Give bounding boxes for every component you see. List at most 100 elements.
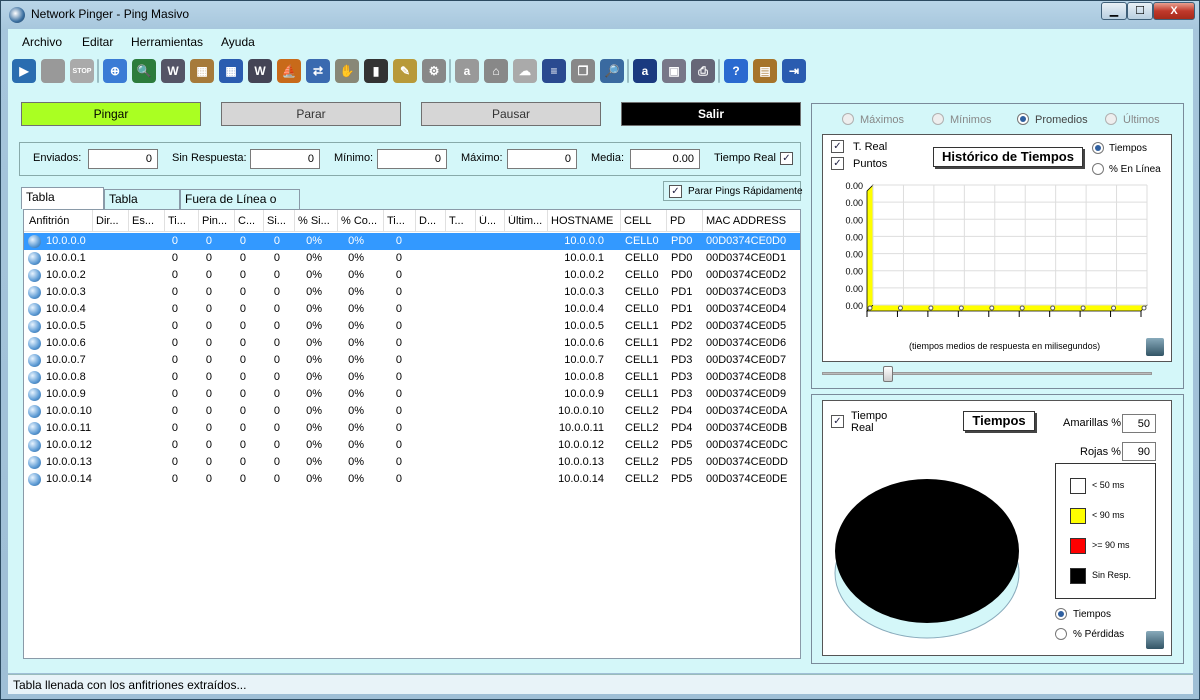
table-row[interactable]: 10.0.0.6 0 0 0 0 0% 0% 0 10.0.0.6 CELL1 PD2 00D0374… (24, 335, 800, 352)
column-header[interactable]: MAC ADDRESS (706, 215, 796, 227)
bank-icon[interactable]: ⌂ (484, 59, 508, 83)
column-divider[interactable] (198, 210, 199, 232)
column-header[interactable]: Últim... (508, 215, 544, 227)
max-field[interactable]: 0 (507, 149, 577, 169)
wmi-icon[interactable]: W (248, 59, 272, 83)
maximize-button[interactable]: ☐ (1127, 2, 1153, 20)
cloud-icon[interactable]: ☁ (513, 59, 537, 83)
table-row[interactable]: 10.0.0.14 0 0 0 0 0% 0% 0 10.0.0.14 CELL2 PD5 00D03… (24, 471, 800, 488)
column-divider[interactable] (547, 210, 548, 232)
column-header[interactable]: Si... (267, 215, 289, 227)
exit-icon[interactable]: ⇥ (782, 59, 806, 83)
play-icon[interactable]: ▶ (12, 59, 36, 83)
yellow-field[interactable]: 50 (1122, 414, 1156, 433)
terminal-icon[interactable]: ▮ (364, 59, 388, 83)
cable-icon[interactable]: ⚙ (422, 59, 446, 83)
tab-main[interactable]: Tabla Principal (21, 187, 104, 223)
find-icon[interactable]: 🔎 (600, 59, 624, 83)
table-row[interactable]: 10.0.0.0 0 0 0 0 0% 0% 0 10.0.0.0 CELL0 PD0 00D0374… (24, 233, 800, 250)
minimize-button[interactable]: ▁ (1101, 2, 1127, 20)
column-header[interactable]: Pin... (202, 215, 230, 227)
column-divider[interactable] (445, 210, 446, 232)
table-row[interactable]: 10.0.0.9 0 0 0 0 0% 0% 0 10.0.0.9 CELL1 PD3 00D0374… (24, 386, 800, 403)
computer-link-icon[interactable]: ⇄ (306, 59, 330, 83)
avg-field[interactable]: 0.00 (630, 149, 700, 169)
history-save-icon[interactable] (1146, 338, 1164, 356)
list-icon[interactable]: ≡ (542, 59, 566, 83)
column-divider[interactable] (234, 210, 235, 232)
column-divider[interactable] (337, 210, 338, 232)
close-button[interactable]: X (1153, 2, 1195, 20)
copy-icon[interactable]: ❐ (571, 59, 595, 83)
column-header[interactable]: PD (670, 215, 698, 227)
column-divider[interactable] (128, 210, 129, 232)
column-divider[interactable] (504, 210, 505, 232)
fast-stop-checkbox[interactable]: ✓ (669, 185, 682, 198)
table-row[interactable]: 10.0.0.2 0 0 0 0 0% 0% 0 10.0.0.2 CELL0 PD0 00D0374… (24, 267, 800, 284)
history-online-radio[interactable] (1092, 163, 1104, 175)
menu-herramientas[interactable]: Herramientas (131, 35, 203, 49)
min-field[interactable]: 0 (377, 149, 447, 169)
tab-filtered[interactable]: Tabla Filtrada (104, 189, 180, 225)
history-mode-radio-2[interactable] (1017, 113, 1029, 125)
stop-button[interactable]: Parar (221, 102, 401, 126)
column-header[interactable]: HOSTNAME (551, 215, 615, 227)
pie-loss-radio[interactable] (1055, 628, 1067, 640)
chest-icon[interactable]: ▤ (753, 59, 777, 83)
pie-realtime-checkbox[interactable]: ✓ (831, 415, 844, 428)
history-mode-radio-1[interactable] (932, 113, 944, 125)
column-divider[interactable] (666, 210, 667, 232)
table-row[interactable]: 10.0.0.4 0 0 0 0 0% 0% 0 10.0.0.4 CELL0 PD1 00D0374… (24, 301, 800, 318)
column-header[interactable]: Anfitrión (29, 215, 99, 227)
pen-icon[interactable]: ✎ (393, 59, 417, 83)
history-times-radio[interactable] (1092, 142, 1104, 154)
pause-button[interactable]: Pausar (421, 102, 601, 126)
column-header[interactable]: Ú... (479, 215, 495, 227)
network-grid-icon[interactable]: ▦ (219, 59, 243, 83)
menu-archivo[interactable]: Archivo (22, 35, 62, 49)
table-row[interactable]: 10.0.0.11 0 0 0 0 0% 0% 0 10.0.0.11 CELL2 PD4 00D03… (24, 420, 800, 437)
column-divider[interactable] (702, 210, 703, 232)
help-icon[interactable]: ? (724, 59, 748, 83)
column-divider[interactable] (92, 210, 93, 232)
column-header[interactable]: Dir... (96, 215, 126, 227)
globe-search-icon[interactable]: 🔍 (132, 59, 156, 83)
column-header[interactable]: % Si... (298, 215, 334, 227)
history-slider-thumb[interactable] (883, 366, 893, 382)
table-row[interactable]: 10.0.0.5 0 0 0 0 0% 0% 0 10.0.0.5 CELL1 PD2 00D0374… (24, 318, 800, 335)
column-header[interactable]: Ti... (387, 215, 409, 227)
stop-icon[interactable]: STOP (70, 59, 94, 83)
column-divider[interactable] (383, 210, 384, 232)
text-a-icon[interactable]: a (633, 59, 657, 83)
column-divider[interactable] (263, 210, 264, 232)
table-row[interactable]: 10.0.0.12 0 0 0 0 0% 0% 0 10.0.0.12 CELL2 PD5 00D03… (24, 437, 800, 454)
column-header[interactable]: C... (238, 215, 258, 227)
tab-offline[interactable]: Fuera de Línea o N/D (180, 189, 300, 225)
hand-icon[interactable]: ✋ (335, 59, 359, 83)
column-header[interactable]: Es... (132, 215, 162, 227)
table-row[interactable]: 10.0.0.13 0 0 0 0 0% 0% 0 10.0.0.13 CELL2 PD5 00D03… (24, 454, 800, 471)
table-row[interactable]: 10.0.0.10 0 0 0 0 0% 0% 0 10.0.0.10 CELL2 PD4 00D03… (24, 403, 800, 420)
points-checkbox[interactable]: ✓ (831, 157, 844, 170)
column-header[interactable]: CELL (624, 215, 664, 227)
column-header[interactable]: % Co... (341, 215, 379, 227)
history-mode-radio-3[interactable] (1105, 113, 1117, 125)
save-icon[interactable]: ▣ (662, 59, 686, 83)
column-header[interactable]: T... (449, 215, 469, 227)
menu-ayuda[interactable]: Ayuda (221, 35, 255, 49)
exit-button[interactable]: Salir (621, 102, 801, 126)
menu-editar[interactable]: Editar (82, 35, 113, 49)
red-field[interactable]: 90 (1122, 442, 1156, 461)
column-header[interactable]: D... (419, 215, 439, 227)
column-divider[interactable] (620, 210, 621, 232)
column-divider[interactable] (415, 210, 416, 232)
print-icon[interactable]: ⎙ (691, 59, 715, 83)
column-divider[interactable] (164, 210, 165, 232)
sent-field[interactable]: 0 (88, 149, 158, 169)
noresp-field[interactable]: 0 (250, 149, 320, 169)
trash-icon[interactable] (41, 59, 65, 83)
map-icon[interactable]: ▦ (190, 59, 214, 83)
ping-button[interactable]: Pingar (21, 102, 201, 126)
ship-icon[interactable]: ⛵ (277, 59, 301, 83)
www-icon[interactable]: W (161, 59, 185, 83)
